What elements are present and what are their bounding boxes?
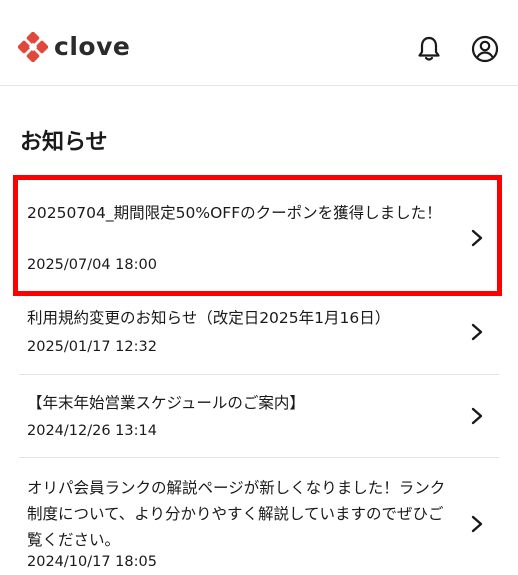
notice-title: 利用規約変更のお知らせ（改定日2025年1月16日） (27, 309, 391, 327)
notice-item[interactable]: 20250704_期間限定50%OFFのクーポンを獲得しました！ 2025/07… (0, 175, 518, 296)
notice-date: 2025/01/17 12:32 (27, 339, 157, 355)
notice-title: 20250704_期間限定50%OFFのクーポンを獲得しました！ (27, 204, 442, 222)
notice-title: オリパ会員ランクの解説ページが新しくなりました！ランク制度について、より分かりや… (27, 479, 446, 549)
clove-logo-icon (18, 32, 48, 62)
chevron-right-icon (471, 229, 483, 247)
page-title: お知らせ (20, 130, 108, 155)
chevron-right-icon (471, 323, 483, 341)
user-circle-icon (471, 35, 499, 63)
chevron-right-icon (471, 407, 483, 425)
notice-date: 2025/07/04 18:00 (27, 257, 157, 273)
notice-item[interactable]: 【年末年始営業スケジュールのご案内】 2024/12/26 13:14 (0, 375, 518, 457)
app-header: clove (0, 0, 518, 86)
notice-item[interactable]: オリパ会員ランクの解説ページが新しくなりました！ランク制度について、より分かりや… (0, 458, 518, 575)
notice-title: 【年末年始営業スケジュールのご案内】 (27, 394, 305, 412)
notice-item[interactable]: 利用規約変更のお知らせ（改定日2025年1月16日） 2025/01/17 12… (0, 296, 518, 374)
clove-logo[interactable]: clove (18, 32, 130, 62)
notification-button[interactable] (414, 34, 444, 64)
notice-date: 2024/10/17 18:05 (27, 554, 157, 570)
notice-date: 2024/12/26 13:14 (27, 423, 157, 439)
brand-name: clove (54, 32, 131, 61)
bell-icon (418, 36, 440, 61)
account-button[interactable] (470, 34, 500, 64)
chevron-right-icon (471, 515, 483, 533)
